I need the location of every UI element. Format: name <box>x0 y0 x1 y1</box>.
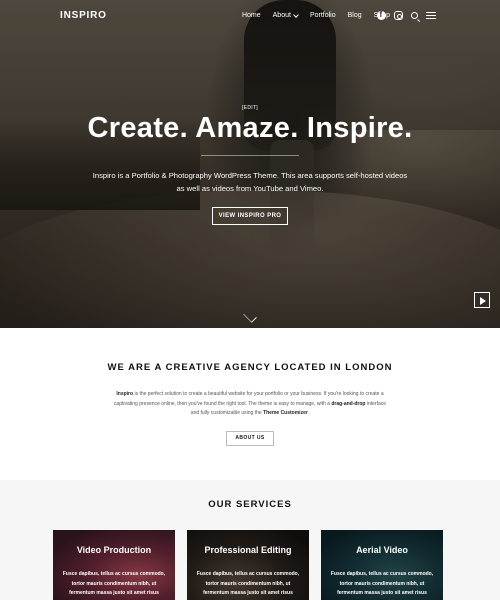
about-us-button[interactable]: ABOUT US <box>226 431 274 446</box>
search-icon[interactable] <box>411 12 418 19</box>
hero-section: INSPIRO Home About Portfolio Blog Shop [… <box>0 0 500 328</box>
nav-item-blog[interactable]: Blog <box>348 12 362 19</box>
hero-overlay <box>0 0 500 328</box>
service-card-text: Fusce dapibus, tellus ac cursus commodo,… <box>196 571 300 596</box>
nav-item-home[interactable]: Home <box>242 12 261 19</box>
about-text-theme-customizer: Theme Customizer <box>263 410 308 416</box>
nav-item-portfolio[interactable]: Portfolio <box>310 12 336 19</box>
about-text: Inspiro is the perfect solution to creat… <box>110 390 390 419</box>
top-navigation: INSPIRO Home About Portfolio Blog Shop <box>0 0 500 32</box>
hero-headline: Create. Amaze. Inspire. <box>87 112 413 144</box>
hero-divider <box>201 155 299 156</box>
view-inspiro-pro-button[interactable]: VIEW INSPIRO PRO <box>212 207 288 225</box>
main-menu: Home About Portfolio Blog Shop <box>230 11 390 19</box>
edit-link[interactable]: [EDIT] <box>0 105 500 111</box>
chevron-down-icon <box>293 11 299 18</box>
about-text-drag-and-drop: drag-and-drop <box>331 400 366 407</box>
site-logo[interactable]: INSPIRO <box>60 10 107 21</box>
service-card-text: Fusce dapibus, tellus ac cursus commodo,… <box>62 571 166 596</box>
service-card-video-production[interactable]: Video Production Fusce dapibus, tellus a… <box>53 530 175 600</box>
service-card-aerial-video[interactable]: Aerial Video Fusce dapibus, tellus ac cu… <box>321 530 443 600</box>
nav-item-about-label: About <box>272 12 291 19</box>
instagram-icon[interactable] <box>394 11 403 20</box>
facebook-icon[interactable] <box>377 10 386 20</box>
service-card-title: Aerial Video <box>356 545 408 555</box>
service-card-professional-editing[interactable]: Professional Editing Fusce dapibus, tell… <box>187 530 309 600</box>
hero-subtitle: Inspiro is a Portfolio & Photography Wor… <box>92 171 408 193</box>
nav-icons <box>369 10 436 20</box>
play-icon[interactable] <box>474 292 490 308</box>
service-card-title: Professional Editing <box>204 545 292 555</box>
about-title: WE ARE A CREATIVE AGENCY LOCATED IN LOND… <box>107 362 393 373</box>
menu-icon[interactable] <box>426 12 436 19</box>
about-text-brand: Inspiro <box>116 391 134 397</box>
service-card-title: Video Production <box>76 545 152 555</box>
services-title: OUR SERVICES <box>208 499 292 510</box>
nav-item-about[interactable]: About <box>272 11 299 19</box>
service-card-text: Fusce dapibus, tellus ac cursus commodo,… <box>330 571 434 596</box>
about-text-part-3: . <box>307 410 310 416</box>
